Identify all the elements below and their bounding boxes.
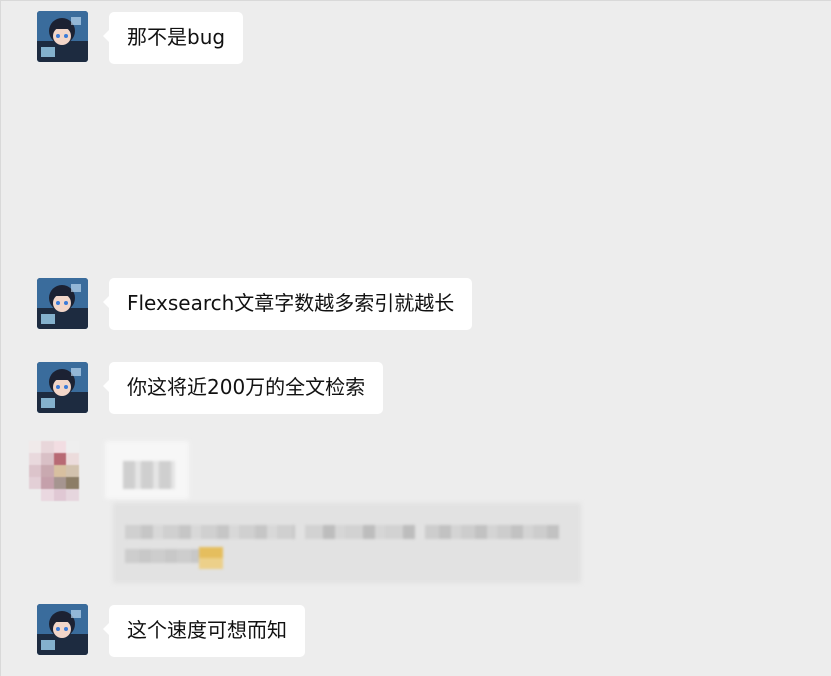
anime-avatar-icon xyxy=(37,362,88,413)
message-text: Flexsearch文章字数越多索引就越长 xyxy=(127,291,455,315)
anime-avatar-icon xyxy=(37,11,88,62)
redacted-text-line xyxy=(125,549,201,563)
chat-message-area: 那不是bug Flexsearch文章字数越多索引就越长 你这将近200万的全文… xyxy=(0,0,831,676)
message-bubble[interactable]: 你这将近200万的全文检索 xyxy=(102,362,384,414)
anime-avatar-icon xyxy=(37,278,88,329)
message-bubble[interactable]: 那不是bug xyxy=(102,12,244,64)
message-text: 你这将近200万的全文检索 xyxy=(127,375,366,399)
redacted-text-line xyxy=(425,525,559,539)
redacted-text-line xyxy=(305,525,415,539)
message-text: 那不是bug xyxy=(127,25,226,49)
redacted-sender-text xyxy=(123,461,175,489)
redacted-text-line xyxy=(125,525,295,539)
redacted-emoji xyxy=(199,547,223,569)
redacted-avatar xyxy=(29,441,91,501)
redacted-message-bubble xyxy=(113,503,581,583)
message-bubble[interactable]: Flexsearch文章字数越多索引就越长 xyxy=(102,278,473,330)
message-text: 这个速度可想而知 xyxy=(127,618,287,642)
message-bubble[interactable]: 这个速度可想而知 xyxy=(103,605,305,657)
avatar[interactable] xyxy=(37,11,88,62)
avatar[interactable] xyxy=(37,604,88,655)
avatar[interactable] xyxy=(37,362,88,413)
avatar[interactable] xyxy=(37,278,88,329)
anime-avatar-icon xyxy=(37,604,88,655)
